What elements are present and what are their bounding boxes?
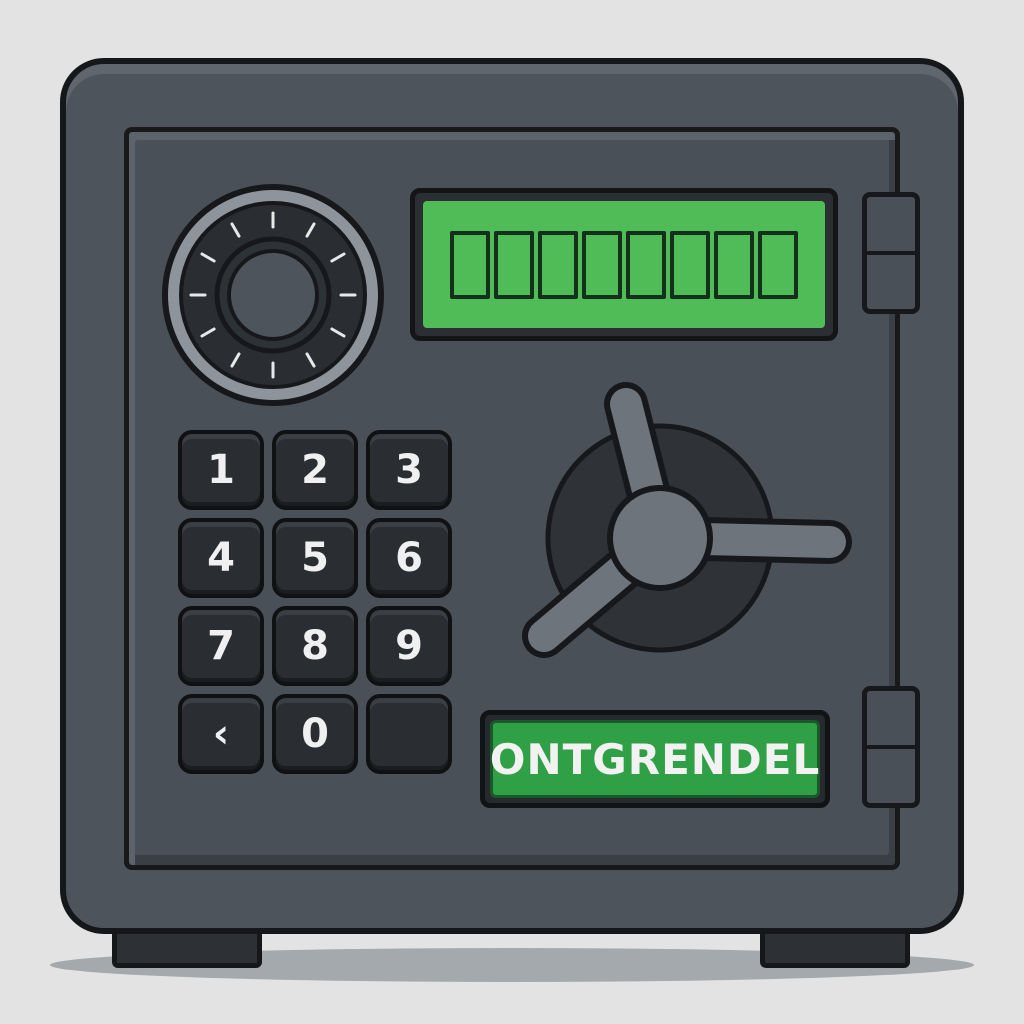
key-4[interactable]: 4 — [178, 518, 264, 598]
key-9[interactable]: 9 — [366, 606, 452, 686]
display-screen — [423, 201, 825, 328]
blank-key[interactable] — [366, 694, 452, 774]
key-5[interactable]: 5 — [272, 518, 358, 598]
key-8[interactable]: 8 — [272, 606, 358, 686]
code-display — [410, 188, 838, 341]
key-6[interactable]: 6 — [366, 518, 452, 598]
backspace-key[interactable]: ‹ — [178, 694, 264, 774]
unlock-button-label: ONTGRENDEL — [490, 720, 820, 798]
key-1[interactable]: 1 — [178, 430, 264, 510]
key-2[interactable]: 2 — [272, 430, 358, 510]
display-digit-slot — [494, 230, 534, 299]
key-7[interactable]: 7 — [178, 606, 264, 686]
unlock-button[interactable]: ONTGRENDEL — [480, 710, 830, 808]
handle-wheel[interactable] — [510, 372, 860, 672]
display-digit-slot — [714, 230, 754, 299]
combination-dial[interactable] — [160, 182, 386, 408]
dial-knob[interactable] — [227, 249, 319, 341]
bottom-hinge — [862, 686, 920, 808]
top-hinge — [862, 192, 920, 314]
display-digit-slot — [670, 230, 710, 299]
key-3[interactable]: 3 — [366, 430, 452, 510]
display-digit-slot — [582, 230, 622, 299]
display-digit-slot — [758, 230, 798, 299]
display-digit-slot — [450, 230, 490, 299]
display-digit-slot — [626, 230, 666, 299]
display-digit-slot — [538, 230, 578, 299]
handle-hub[interactable] — [607, 485, 713, 591]
key-0[interactable]: 0 — [272, 694, 358, 774]
